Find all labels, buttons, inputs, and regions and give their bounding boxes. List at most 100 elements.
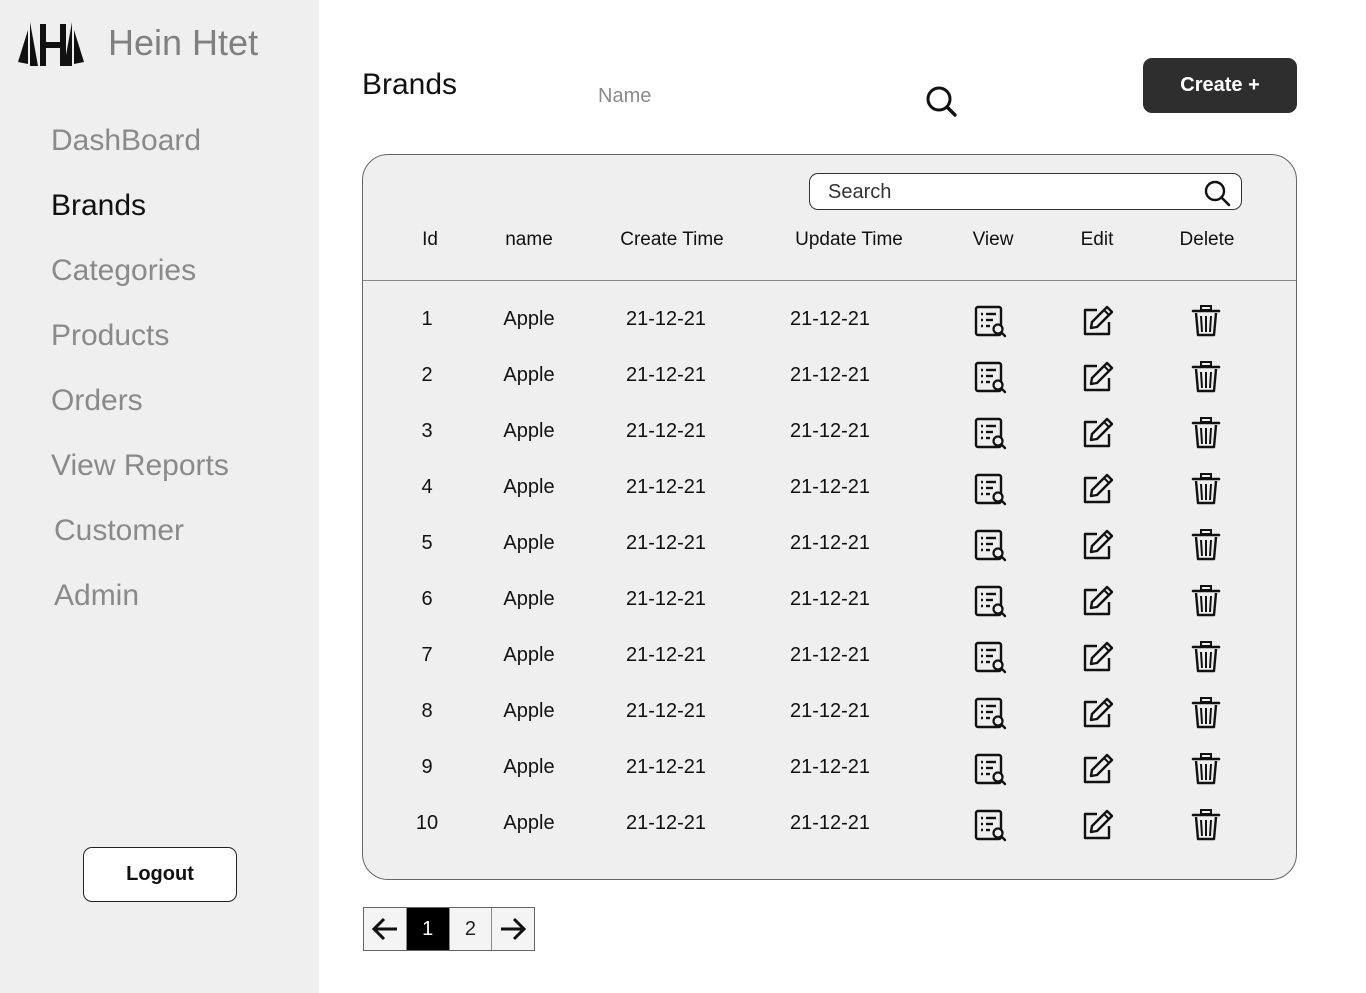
row-update-time-cell: 21-12-21 <box>789 476 871 498</box>
trash-icon <box>1191 529 1221 561</box>
edit-button[interactable] <box>1080 696 1114 730</box>
delete-button[interactable] <box>1189 752 1223 786</box>
sidebar-item-dashboard[interactable]: DashBoard <box>51 124 201 158</box>
name-filter-input[interactable] <box>598 78 908 114</box>
sidebar-item-view-reports[interactable]: View Reports <box>51 449 229 483</box>
trash-icon <box>1191 585 1221 617</box>
sidebar-item-customer[interactable]: Customer <box>54 514 184 548</box>
edit-button[interactable] <box>1080 472 1114 506</box>
row-update-time-cell: 21-12-21 <box>789 420 871 442</box>
view-button[interactable] <box>973 528 1007 562</box>
view-details-icon <box>974 641 1007 674</box>
row-name-cell: Apple <box>503 644 555 666</box>
row-update-time-cell: 21-12-21 <box>789 756 871 778</box>
row-create-time-cell: 21-12-21 <box>625 756 707 778</box>
edit-button[interactable] <box>1080 584 1114 618</box>
page-button-2[interactable]: 2 <box>450 908 493 950</box>
row-id-cell: 10 <box>415 812 439 834</box>
view-button[interactable] <box>973 696 1007 730</box>
view-button[interactable] <box>973 808 1007 842</box>
column-header-create-time[interactable]: Create Time <box>620 229 723 251</box>
view-details-icon <box>974 305 1007 338</box>
view-details-icon <box>974 585 1007 618</box>
edit-button[interactable] <box>1080 528 1114 562</box>
edit-button[interactable] <box>1080 640 1114 674</box>
table-row: 5 Apple 21-12-21 21-12-21 <box>363 518 1296 574</box>
table-row: 8 Apple 21-12-21 21-12-21 <box>363 686 1296 742</box>
row-id-cell: 1 <box>421 308 433 330</box>
edit-button[interactable] <box>1080 752 1114 786</box>
view-button[interactable] <box>973 416 1007 450</box>
edit-icon <box>1083 305 1114 336</box>
row-create-time-cell: 21-12-21 <box>625 476 707 498</box>
brands-table-card: Id name Create Time Update Time View Edi… <box>362 154 1297 880</box>
column-header-id[interactable]: Id <box>422 229 438 251</box>
edit-icon <box>1083 529 1114 560</box>
view-button[interactable] <box>973 304 1007 338</box>
edit-button[interactable] <box>1080 360 1114 394</box>
next-page-button[interactable] <box>492 908 534 950</box>
delete-button[interactable] <box>1189 584 1223 618</box>
sidebar-item-products[interactable]: Products <box>51 319 169 353</box>
brand-name: Hein Htet <box>108 22 259 63</box>
row-name-cell: Apple <box>503 420 555 442</box>
delete-button[interactable] <box>1189 640 1223 674</box>
edit-icon <box>1083 417 1114 448</box>
table-row: 7 Apple 21-12-21 21-12-21 <box>363 630 1296 686</box>
edit-button[interactable] <box>1080 304 1114 338</box>
sidebar-item-brands[interactable]: Brands <box>51 189 146 223</box>
arrow-right-icon <box>501 917 527 941</box>
row-id-cell: 2 <box>421 364 433 386</box>
view-button[interactable] <box>973 584 1007 618</box>
page-button-1[interactable]: 1 <box>406 908 450 950</box>
logout-button[interactable]: Logout <box>83 847 237 902</box>
delete-button[interactable] <box>1189 360 1223 394</box>
sidebar-item-categories[interactable]: Categories <box>51 254 196 288</box>
sidebar-item-admin[interactable]: Admin <box>54 579 139 613</box>
view-details-icon <box>974 529 1007 562</box>
view-details-icon <box>974 473 1007 506</box>
edit-icon <box>1083 473 1114 504</box>
delete-button[interactable] <box>1189 808 1223 842</box>
prev-page-button[interactable] <box>364 908 407 950</box>
view-button[interactable] <box>973 640 1007 674</box>
delete-button[interactable] <box>1189 472 1223 506</box>
table-row: 4 Apple 21-12-21 21-12-21 <box>363 462 1296 518</box>
delete-button[interactable] <box>1189 416 1223 450</box>
row-create-time-cell: 21-12-21 <box>625 644 707 666</box>
row-name-cell: Apple <box>503 756 555 778</box>
create-button[interactable]: Create + <box>1143 58 1297 113</box>
edit-button[interactable] <box>1080 416 1114 450</box>
row-id-cell: 6 <box>421 588 433 610</box>
row-name-cell: Apple <box>503 588 555 610</box>
view-details-icon <box>974 361 1007 394</box>
row-id-cell: 4 <box>421 476 433 498</box>
trash-icon <box>1191 473 1221 505</box>
row-id-cell: 3 <box>421 420 433 442</box>
search-icon[interactable] <box>924 84 958 118</box>
row-create-time-cell: 21-12-21 <box>625 588 707 610</box>
brand-logo-icon <box>18 22 84 66</box>
sidebar-item-orders[interactable]: Orders <box>51 384 143 418</box>
edit-button[interactable] <box>1080 808 1114 842</box>
arrow-left-icon <box>371 917 397 941</box>
column-header-delete: Delete <box>1179 229 1235 250</box>
view-button[interactable] <box>973 472 1007 506</box>
edit-icon <box>1083 809 1114 840</box>
table-search-icon[interactable] <box>1203 179 1231 207</box>
table-search-input[interactable] <box>828 177 1188 207</box>
row-id-cell: 7 <box>421 644 433 666</box>
row-create-time-cell: 21-12-21 <box>625 532 707 554</box>
view-button[interactable] <box>973 752 1007 786</box>
delete-button[interactable] <box>1189 696 1223 730</box>
row-id-cell: 5 <box>421 532 433 554</box>
edit-icon <box>1083 361 1114 392</box>
column-header-update-time[interactable]: Update Time <box>795 229 903 251</box>
column-header-edit: Edit <box>1080 229 1114 250</box>
view-button[interactable] <box>973 360 1007 394</box>
trash-icon <box>1191 361 1221 393</box>
row-update-time-cell: 21-12-21 <box>789 532 871 554</box>
delete-button[interactable] <box>1189 304 1223 338</box>
delete-button[interactable] <box>1189 528 1223 562</box>
column-header-name[interactable]: name <box>505 229 553 251</box>
